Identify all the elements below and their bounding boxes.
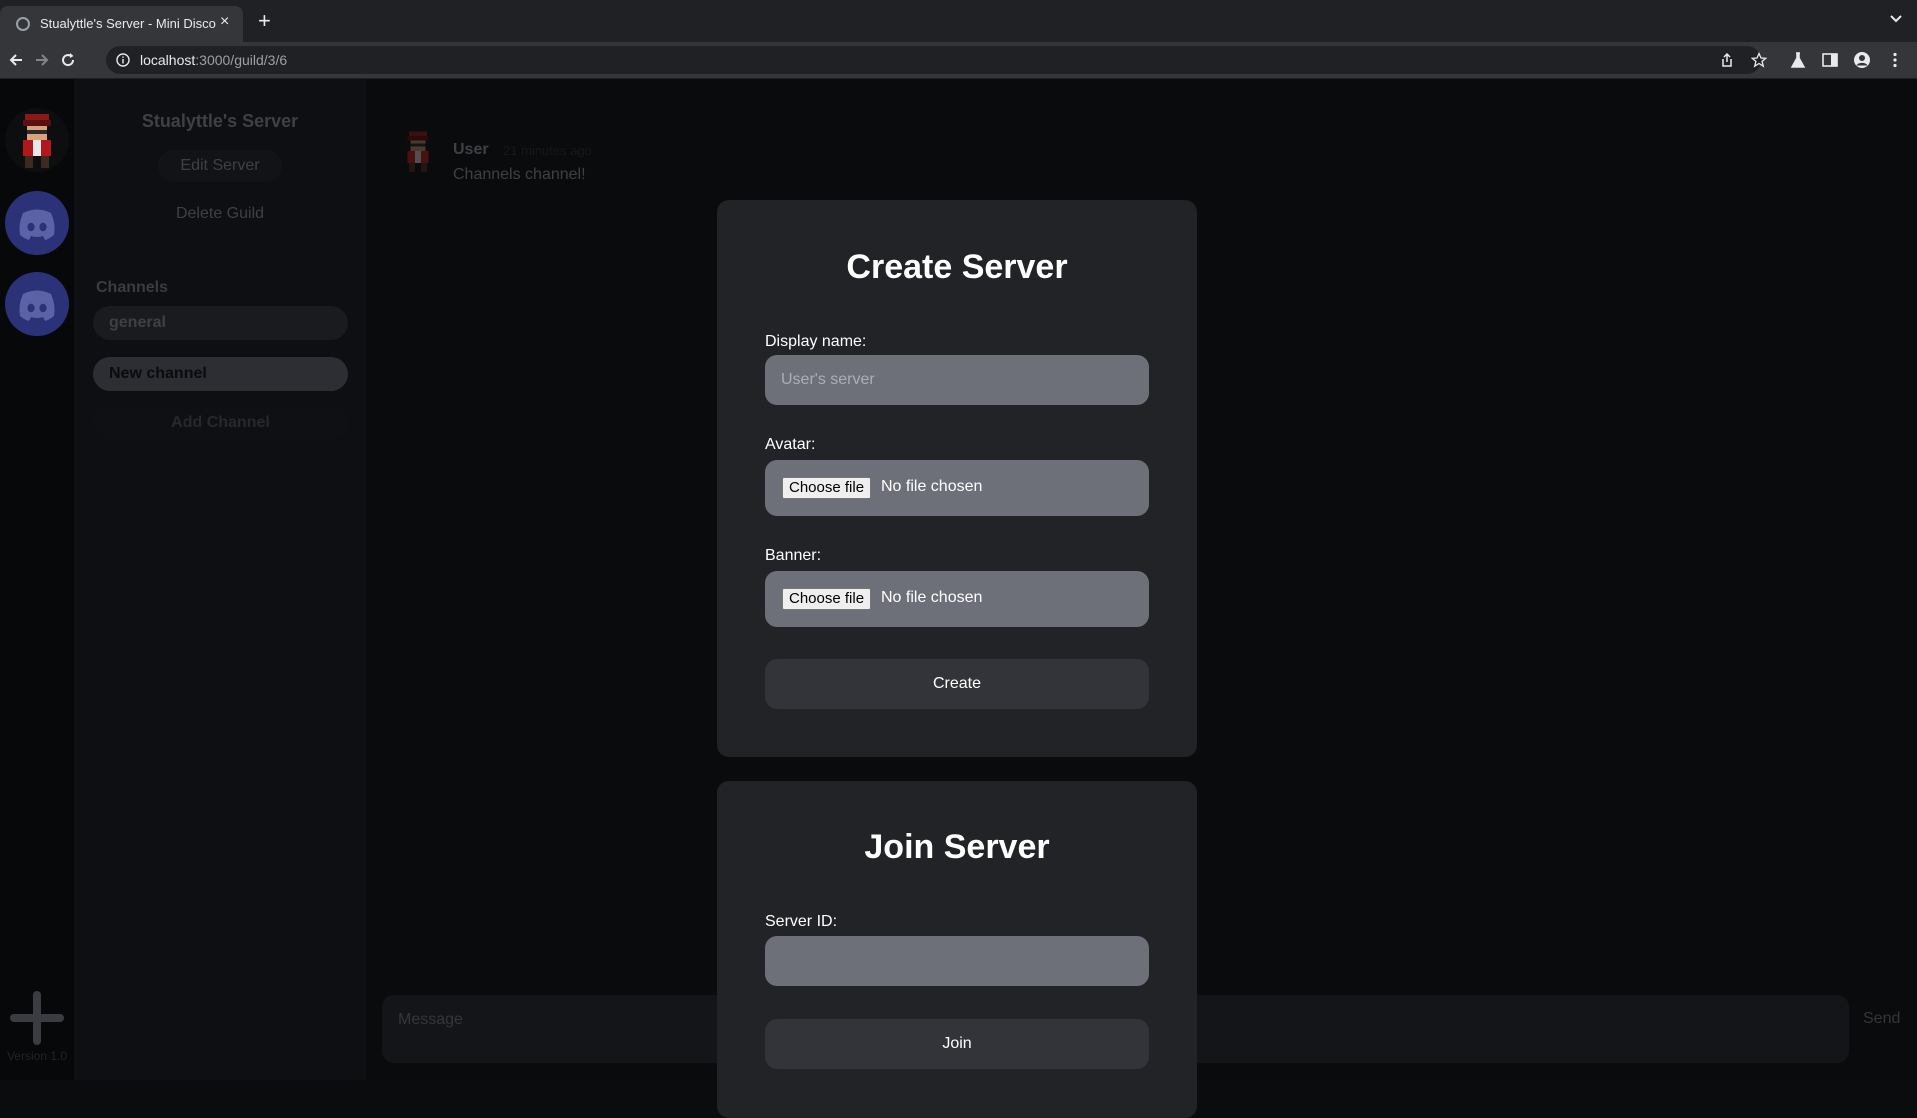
banner-no-file-text: No file chosen: [881, 589, 983, 606]
bookmark-star-icon[interactable]: [1751, 52, 1767, 68]
profile-icon[interactable]: [1853, 51, 1871, 69]
join-server-modal: Join Server Server ID: Join: [717, 781, 1197, 1118]
message-text: Channels channel!: [453, 166, 586, 183]
banner-file-input[interactable]: Choose file No file chosen: [765, 571, 1149, 627]
join-button[interactable]: Join: [765, 1019, 1149, 1069]
avatar-file-input[interactable]: Choose file No file chosen: [765, 460, 1149, 516]
message-author: User: [453, 141, 489, 158]
server-id-input[interactable]: [765, 936, 1149, 986]
forward-arrow-icon[interactable]: [32, 50, 52, 70]
discord-logo-icon: [19, 209, 55, 240]
channel-item-general[interactable]: general: [93, 306, 348, 340]
delete-guild-button[interactable]: Delete Guild: [74, 205, 366, 223]
server-avatar-discord-2[interactable]: [5, 272, 69, 336]
send-button[interactable]: Send: [1863, 1010, 1900, 1028]
guild-name: Stualyttle's Server: [141, 111, 299, 131]
edit-server-button[interactable]: Edit Server: [158, 150, 282, 182]
message-avatar: [394, 127, 442, 175]
display-name-label: Display name:: [765, 333, 867, 350]
server-id-label: Server ID:: [765, 913, 838, 930]
close-tab-icon[interactable]: ×: [220, 13, 229, 31]
create-server-title: Create Server: [846, 248, 1068, 286]
globe-icon: [16, 17, 30, 31]
channel-item-new-channel[interactable]: New channel: [93, 357, 348, 391]
pixel-character-icon: [23, 114, 51, 168]
create-button[interactable]: Create: [765, 659, 1149, 709]
browser-tabstrip: Stualyttle's Server - Mini Discord × +: [0, 0, 1917, 42]
browser-tab[interactable]: Stualyttle's Server - Mini Discord ×: [0, 6, 243, 42]
app-root: Version 1.0 Stualyttle's Server Edit Ser…: [0, 79, 1917, 1118]
pixel-character-icon: [407, 131, 429, 172]
server-avatar-discord-1[interactable]: [5, 191, 69, 255]
new-tab-icon[interactable]: +: [258, 10, 271, 32]
labs-flask-icon[interactable]: [1789, 51, 1807, 69]
back-arrow-icon[interactable]: [6, 50, 26, 70]
avatar-label: Avatar:: [765, 436, 816, 453]
chevron-down-icon[interactable]: [1889, 12, 1903, 26]
message-timestamp: 21 minutes ago: [503, 143, 592, 158]
display-name-input[interactable]: [765, 355, 1149, 405]
banner-label: Banner:: [765, 547, 822, 564]
address-bar[interactable]: localhost:3000/guild/3/6: [106, 46, 1767, 74]
version-label: Version 1.0: [6, 1049, 68, 1063]
url-text: localhost:3000/guild/3/6: [140, 52, 288, 68]
side-panel-icon[interactable]: [1821, 51, 1839, 69]
avatar-choose-file-button[interactable]: Choose file: [782, 477, 872, 499]
reload-icon[interactable]: [58, 50, 78, 70]
add-server-icon[interactable]: [6, 987, 68, 1049]
join-server-title: Join Server: [864, 828, 1050, 866]
kebab-menu-icon[interactable]: [1886, 51, 1904, 69]
discord-logo-icon: [19, 290, 55, 321]
add-channel-button[interactable]: Add Channel: [93, 406, 348, 440]
create-server-modal: Create Server Display name: Avatar: Choo…: [717, 200, 1197, 757]
server-rail: Version 1.0: [0, 79, 74, 1080]
browser-toolbar: localhost:3000/guild/3/6: [0, 42, 1917, 79]
tab-title: Stualyttle's Server - Mini Discord: [40, 16, 216, 31]
share-icon[interactable]: [1719, 52, 1735, 68]
banner-choose-file-button[interactable]: Choose file: [782, 588, 872, 610]
channel-panel: Stualyttle's Server Edit Server Delete G…: [74, 79, 366, 1080]
server-avatar-stualyttle[interactable]: [5, 108, 69, 172]
avatar-no-file-text: No file chosen: [881, 478, 983, 495]
info-icon[interactable]: [116, 53, 130, 67]
channels-heading: Channels: [96, 279, 169, 296]
